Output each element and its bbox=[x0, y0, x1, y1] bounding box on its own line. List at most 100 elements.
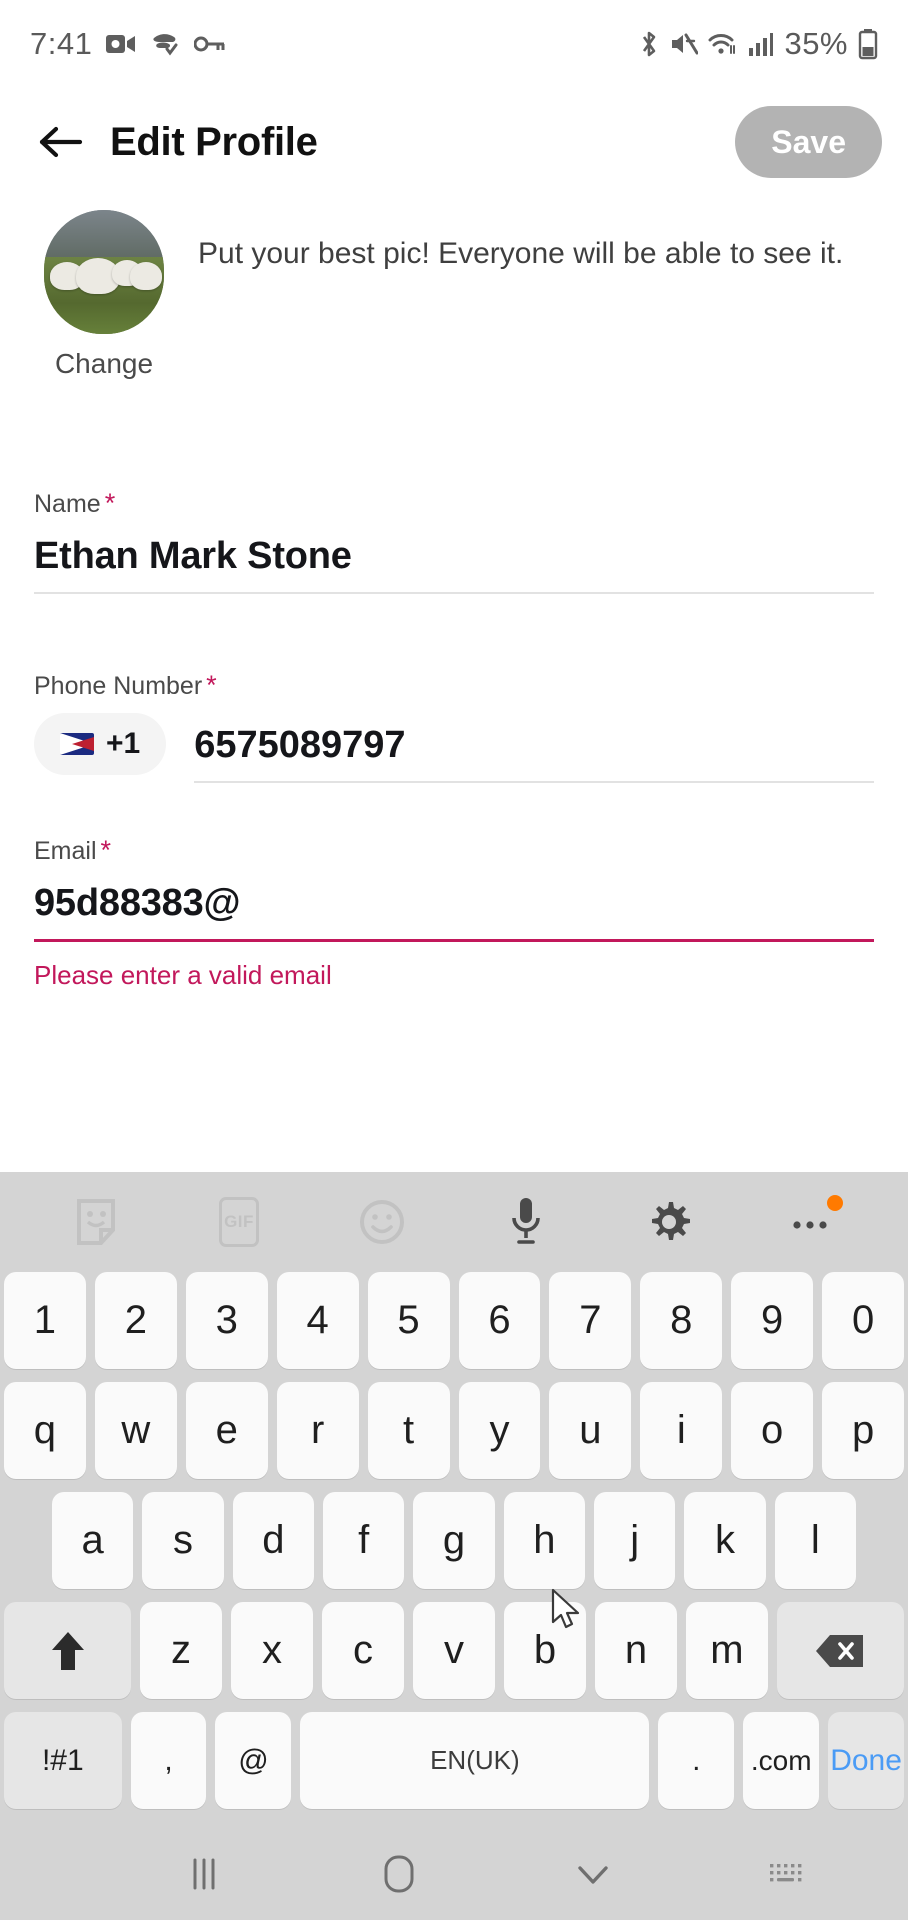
avatar-change-button[interactable]: Change bbox=[55, 348, 153, 380]
status-time: 7:41 bbox=[30, 26, 93, 61]
avatar-sheep bbox=[130, 262, 162, 290]
key-period[interactable]: . bbox=[658, 1712, 735, 1809]
keyboard-row-bottom: z x c v b n m bbox=[0, 1602, 908, 1699]
status-bar: 7:41 35% bbox=[0, 0, 908, 88]
key-m[interactable]: m bbox=[685, 1602, 768, 1699]
key-y[interactable]: y bbox=[458, 1382, 541, 1479]
key-space[interactable]: EN(UK) bbox=[300, 1712, 650, 1809]
country-code-selector[interactable]: +1 bbox=[34, 713, 167, 775]
key-e[interactable]: e bbox=[185, 1382, 268, 1479]
sticker-icon[interactable] bbox=[61, 1187, 131, 1257]
key-w[interactable]: w bbox=[94, 1382, 177, 1479]
recents-icon[interactable] bbox=[107, 1828, 301, 1920]
key-i[interactable]: i bbox=[640, 1382, 723, 1479]
phone-input[interactable]: 6575089797 bbox=[194, 724, 874, 781]
email-label-text: Email bbox=[34, 837, 97, 865]
key-o[interactable]: o bbox=[731, 1382, 814, 1479]
key-8[interactable]: 8 bbox=[640, 1272, 723, 1369]
backspace-icon[interactable] bbox=[776, 1602, 905, 1699]
keyboard-row-home: a s d f g h j k l bbox=[0, 1492, 908, 1589]
phone-label: Phone Number * bbox=[34, 670, 874, 701]
save-button[interactable]: Save bbox=[735, 106, 882, 178]
key-p[interactable]: p bbox=[822, 1382, 905, 1479]
name-label-text: Name bbox=[34, 490, 101, 518]
key-l[interactable]: l bbox=[774, 1492, 856, 1589]
battery-icon bbox=[858, 28, 878, 60]
key-0[interactable]: 0 bbox=[822, 1272, 905, 1369]
gear-icon[interactable] bbox=[634, 1187, 704, 1257]
email-input[interactable]: 95d88383@ bbox=[34, 866, 874, 939]
shield-check-icon bbox=[150, 32, 180, 56]
wifi-icon bbox=[708, 31, 738, 57]
avatar-column: Change bbox=[34, 210, 174, 380]
keyboard-row-function: !#1 , @ EN(UK) . .com Done bbox=[0, 1712, 908, 1809]
key-b[interactable]: b bbox=[504, 1602, 586, 1699]
key-t[interactable]: t bbox=[367, 1382, 450, 1479]
key-r[interactable]: r bbox=[276, 1382, 359, 1479]
key-c[interactable]: c bbox=[322, 1602, 405, 1699]
key-comma[interactable]: , bbox=[130, 1712, 207, 1809]
key-v[interactable]: v bbox=[413, 1602, 495, 1699]
key-s[interactable]: s bbox=[142, 1492, 224, 1589]
key-n[interactable]: n bbox=[594, 1602, 677, 1699]
name-underline bbox=[34, 592, 874, 594]
american-samoa-flag-icon bbox=[60, 733, 94, 755]
key-4[interactable]: 4 bbox=[276, 1272, 359, 1369]
shift-icon[interactable] bbox=[4, 1602, 132, 1699]
key-7[interactable]: 7 bbox=[549, 1272, 632, 1369]
mute-icon bbox=[670, 31, 699, 57]
chevron-down-icon[interactable] bbox=[496, 1828, 690, 1920]
key-1[interactable]: 1 bbox=[3, 1272, 86, 1369]
phone-row: +1 6575089797 bbox=[34, 713, 874, 783]
key-x[interactable]: x bbox=[231, 1602, 314, 1699]
key-3[interactable]: 3 bbox=[185, 1272, 268, 1369]
required-marker: * bbox=[206, 670, 217, 700]
keyboard-switch-icon[interactable] bbox=[690, 1828, 884, 1920]
gif-label: GIF bbox=[218, 1197, 259, 1247]
phone-input-wrap: 6575089797 bbox=[194, 724, 874, 783]
key-2[interactable]: 2 bbox=[94, 1272, 177, 1369]
battery-percent: 35% bbox=[784, 26, 848, 61]
key-k[interactable]: k bbox=[684, 1492, 766, 1589]
key-z[interactable]: z bbox=[140, 1602, 223, 1699]
key-u[interactable]: u bbox=[549, 1382, 632, 1479]
key-j[interactable]: j bbox=[593, 1492, 676, 1589]
emoji-icon[interactable] bbox=[347, 1187, 417, 1257]
back-arrow-icon[interactable] bbox=[34, 115, 88, 169]
key-dotcom[interactable]: .com bbox=[743, 1712, 820, 1809]
video-camera-icon bbox=[106, 33, 136, 55]
key-symbols[interactable]: !#1 bbox=[4, 1712, 122, 1809]
notification-badge bbox=[827, 1195, 844, 1211]
key-5[interactable]: 5 bbox=[367, 1272, 450, 1369]
bluetooth-icon bbox=[638, 29, 660, 59]
key-d[interactable]: d bbox=[232, 1492, 314, 1589]
key-g[interactable]: g bbox=[413, 1492, 495, 1589]
avatar-sky bbox=[44, 210, 164, 260]
keyboard-toolbar: GIF bbox=[0, 1172, 908, 1272]
key-at[interactable]: @ bbox=[215, 1712, 292, 1809]
avatar-section: Change Put your best pic! Everyone will … bbox=[34, 210, 874, 380]
key-6[interactable]: 6 bbox=[458, 1272, 541, 1369]
required-marker: * bbox=[104, 488, 116, 518]
cellular-signal-icon bbox=[748, 31, 774, 57]
key-done[interactable]: Done bbox=[828, 1712, 904, 1809]
gif-icon[interactable]: GIF bbox=[204, 1187, 274, 1257]
name-field: Name * Ethan Mark Stone bbox=[34, 488, 874, 594]
avatar-hint-text: Put your best pic! Everyone will be able… bbox=[198, 237, 844, 270]
key-a[interactable]: a bbox=[52, 1492, 134, 1589]
name-input[interactable]: Ethan Mark Stone bbox=[34, 519, 874, 592]
virtual-keyboard: GIF 1 2 3 4 5 6 7 8 9 0 q w e r t y u i … bbox=[0, 1172, 908, 1828]
status-bar-left: 7:41 bbox=[30, 26, 226, 62]
status-bar-right: 35% bbox=[638, 26, 878, 62]
home-icon[interactable] bbox=[301, 1828, 495, 1920]
key-f[interactable]: f bbox=[323, 1492, 405, 1589]
more-options-icon[interactable] bbox=[777, 1187, 847, 1257]
key-q[interactable]: q bbox=[3, 1382, 86, 1479]
microphone-icon[interactable] bbox=[491, 1187, 561, 1257]
avatar[interactable] bbox=[44, 210, 164, 334]
phone-field: Phone Number * +1 6575089797 bbox=[34, 670, 874, 783]
required-marker: * bbox=[100, 835, 112, 865]
key-h[interactable]: h bbox=[503, 1492, 585, 1589]
key-9[interactable]: 9 bbox=[731, 1272, 814, 1369]
edit-profile-form: Change Put your best pic! Everyone will … bbox=[0, 196, 908, 1172]
